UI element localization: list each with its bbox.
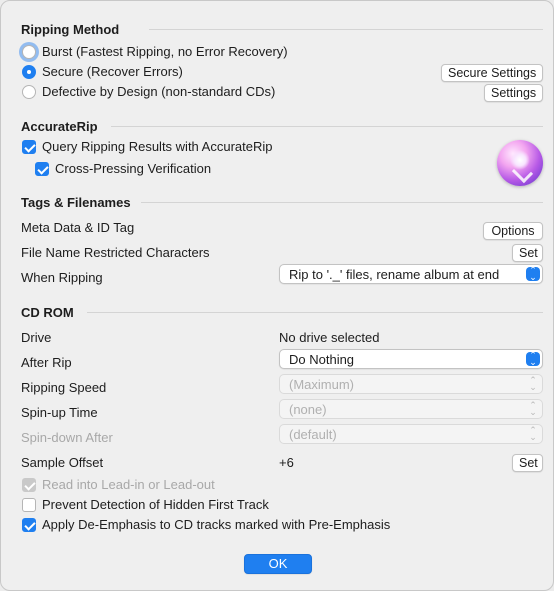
spinup-time-popup[interactable]: (none) ⌃ ⌄ <box>279 399 543 419</box>
meta-data-label: Meta Data & ID Tag <box>21 220 135 235</box>
sample-offset-value: +6 <box>279 455 294 470</box>
restricted-characters-label: File Name Restricted Characters <box>21 245 210 260</box>
section-separator <box>111 126 543 127</box>
spinup-time-value: (none) <box>289 402 327 417</box>
chevron-updown-icon: ⌃ ⌄ <box>529 425 537 442</box>
hidden-track-label[interactable]: Prevent Detection of Hidden First Track <box>42 497 269 512</box>
section-title-ripping-method: Ripping Method <box>21 22 120 37</box>
chevron-updown-icon: ⌃ ⌄ <box>526 266 540 282</box>
restricted-set-button[interactable]: Set <box>512 244 543 262</box>
spindown-after-popup[interactable]: (default) ⌃ ⌄ <box>279 424 543 444</box>
settings-button[interactable]: Settings <box>484 84 543 102</box>
spindown-after-label: Spin-down After <box>21 430 113 445</box>
section-title-tags: Tags & Filenames <box>21 195 131 210</box>
accuraterip-logo-icon <box>497 140 543 186</box>
deemphasis-checkbox[interactable] <box>22 518 36 532</box>
section-separator <box>141 202 543 203</box>
ripping-speed-label: Ripping Speed <box>21 380 107 395</box>
after-rip-label: After Rip <box>21 355 72 370</box>
radio-secure-label[interactable]: Secure (Recover Errors) <box>42 64 183 79</box>
section-title-accuraterip: AccurateRip <box>21 119 98 134</box>
leadin-label: Read into Lead-in or Lead-out <box>42 477 215 492</box>
cross-pressing-label[interactable]: Cross-Pressing Verification <box>55 161 211 176</box>
sample-offset-label: Sample Offset <box>21 455 104 470</box>
radio-burst-label[interactable]: Burst (Fastest Ripping, no Error Recover… <box>42 44 288 59</box>
leadin-checkbox[interactable] <box>22 478 36 492</box>
secure-settings-button[interactable]: Secure Settings <box>441 64 543 82</box>
section-title-cdrom: CD ROM <box>21 305 74 320</box>
radio-secure[interactable] <box>22 65 36 79</box>
when-ripping-popup[interactable]: Rip to '._' files, rename album at end ⌃… <box>279 264 543 284</box>
radio-burst[interactable] <box>22 45 36 59</box>
ok-button[interactable]: OK <box>244 554 312 574</box>
preferences-window: Ripping Method Burst (Fastest Ripping, n… <box>0 0 554 591</box>
ripping-speed-popup[interactable]: (Maximum) ⌃ ⌄ <box>279 374 543 394</box>
chevron-updown-icon: ⌃ ⌄ <box>526 351 540 367</box>
when-ripping-value: Rip to '._' files, rename album at end <box>289 267 500 282</box>
query-accuraterip-checkbox[interactable] <box>22 140 36 154</box>
deemphasis-label[interactable]: Apply De-Emphasis to CD tracks marked wi… <box>42 517 390 532</box>
drive-value: No drive selected <box>279 330 380 345</box>
spindown-after-value: (default) <box>289 427 337 442</box>
query-accuraterip-label[interactable]: Query Ripping Results with AccurateRip <box>42 139 273 154</box>
section-separator <box>87 312 543 313</box>
chevron-updown-icon: ⌃ ⌄ <box>529 375 537 392</box>
when-ripping-label: When Ripping <box>21 270 103 285</box>
spinup-time-label: Spin-up Time <box>21 405 98 420</box>
ripping-speed-value: (Maximum) <box>289 377 354 392</box>
radio-defective[interactable] <box>22 85 36 99</box>
drive-label: Drive <box>21 330 52 345</box>
section-separator <box>149 29 543 30</box>
after-rip-popup[interactable]: Do Nothing ⌃ ⌄ <box>279 349 543 369</box>
cross-pressing-checkbox[interactable] <box>35 162 49 176</box>
after-rip-value: Do Nothing <box>289 352 355 367</box>
chevron-updown-icon: ⌃ ⌄ <box>529 400 537 417</box>
hidden-track-checkbox[interactable] <box>22 498 36 512</box>
radio-defective-label[interactable]: Defective by Design (non-standard CDs) <box>42 84 275 99</box>
sample-offset-set-button[interactable]: Set <box>512 454 543 472</box>
options-button[interactable]: Options <box>483 222 543 240</box>
